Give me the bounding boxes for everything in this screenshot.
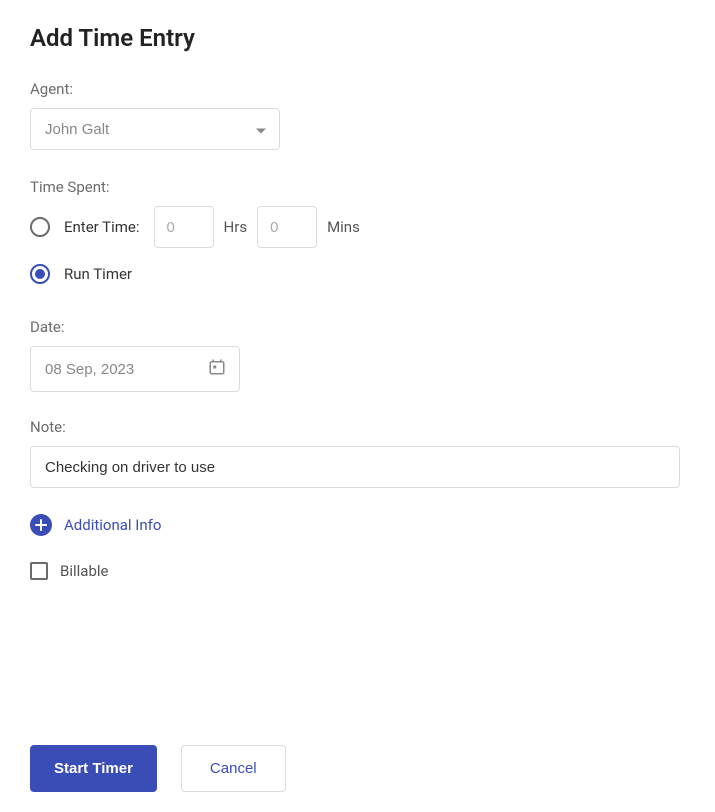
start-timer-button[interactable]: Start Timer (30, 745, 157, 792)
billable-label: Billable (60, 562, 108, 580)
run-timer-label: Run Timer (64, 265, 132, 283)
plus-icon (30, 514, 52, 536)
cancel-button[interactable]: Cancel (181, 745, 286, 792)
additional-info-label: Additional Info (64, 516, 161, 534)
page-title: Add Time Entry (30, 24, 685, 52)
date-label: Date: (30, 318, 685, 336)
note-section: Note: (30, 418, 685, 488)
time-spent-section: Time Spent: Enter Time: Hrs Mins Run Tim… (30, 178, 685, 284)
footer-actions: Start Timer Cancel (30, 745, 286, 792)
minutes-input[interactable] (257, 206, 317, 248)
run-timer-option[interactable]: Run Timer (30, 264, 685, 284)
enter-time-label: Enter Time: (64, 218, 140, 236)
hours-input[interactable] (154, 206, 214, 248)
radio-run-timer[interactable] (30, 264, 50, 284)
agent-select[interactable]: John Galt (30, 108, 280, 150)
billable-row[interactable]: Billable (30, 562, 685, 580)
date-input[interactable]: 08 Sep, 2023 (30, 346, 240, 392)
minutes-unit: Mins (327, 218, 360, 236)
radio-dot-icon (35, 269, 45, 279)
time-spent-label: Time Spent: (30, 178, 685, 196)
agent-section: Agent: John Galt (30, 80, 685, 150)
radio-enter-time[interactable] (30, 217, 50, 237)
agent-label: Agent: (30, 80, 685, 98)
enter-time-option[interactable]: Enter Time: Hrs Mins (30, 206, 685, 248)
hours-unit: Hrs (224, 218, 248, 236)
note-input[interactable] (30, 446, 680, 488)
note-label: Note: (30, 418, 685, 436)
date-section: Date: 08 Sep, 2023 (30, 318, 685, 392)
billable-checkbox[interactable] (30, 562, 48, 580)
additional-info-toggle[interactable]: Additional Info (30, 514, 685, 536)
